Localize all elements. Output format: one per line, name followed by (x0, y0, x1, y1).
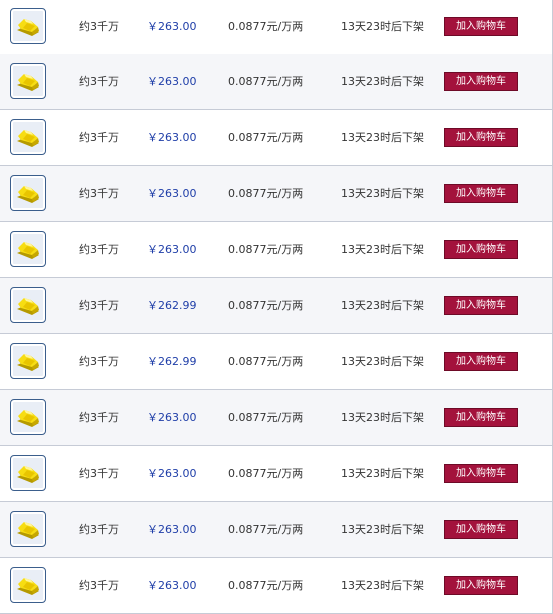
gold-bars-icon[interactable] (10, 175, 46, 211)
rate-label: 0.0877元/万两 (228, 243, 304, 256)
add-to-cart-button[interactable]: 加入购物车 (444, 520, 518, 539)
rate-label: 0.0877元/万两 (228, 411, 304, 424)
quantity-label: 约3千万 (79, 411, 119, 424)
quantity-label: 约3千万 (79, 20, 119, 33)
listing-row: 约3千万 ￥263.00 0.0877元/万两 13天23时后下架 加入购物车 (0, 390, 552, 446)
gold-bars-icon[interactable] (10, 567, 46, 603)
time-left-label: 13天23时后下架 (341, 20, 424, 33)
price-label: ￥263.00 (147, 243, 197, 256)
price-label: ￥263.00 (147, 579, 197, 592)
gold-bars-icon[interactable] (10, 511, 46, 547)
add-to-cart-button[interactable]: 加入购物车 (444, 72, 518, 91)
add-to-cart-button[interactable]: 加入购物车 (444, 184, 518, 203)
quantity-label: 约3千万 (79, 243, 119, 256)
quantity-label: 约3千万 (79, 355, 119, 368)
add-to-cart-button[interactable]: 加入购物车 (444, 17, 518, 36)
time-left-label: 13天23时后下架 (341, 131, 424, 144)
gold-bars-icon[interactable] (10, 231, 46, 267)
add-to-cart-button[interactable]: 加入购物车 (444, 408, 518, 427)
listing-row: 约3千万 ￥262.99 0.0877元/万两 13天23时后下架 加入购物车 (0, 278, 552, 334)
quantity-label: 约3千万 (79, 187, 119, 200)
price-label: ￥263.00 (147, 523, 197, 536)
rate-label: 0.0877元/万两 (228, 579, 304, 592)
gold-bars-icon[interactable] (10, 287, 46, 323)
time-left-label: 13天23时后下架 (341, 467, 424, 480)
price-label: ￥263.00 (147, 131, 197, 144)
rate-label: 0.0877元/万两 (228, 299, 304, 312)
gold-bars-icon[interactable] (10, 119, 46, 155)
gold-bars-icon[interactable] (10, 63, 46, 99)
price-label: ￥262.99 (147, 355, 197, 368)
listing-row: 约3千万 ￥263.00 0.0877元/万两 13天23时后下架 加入购物车 (0, 166, 552, 222)
listing-row: 约3千万 ￥263.00 0.0877元/万两 13天23时后下架 加入购物车 (0, 54, 552, 110)
add-to-cart-button[interactable]: 加入购物车 (444, 128, 518, 147)
time-left-label: 13天23时后下架 (341, 187, 424, 200)
rate-label: 0.0877元/万两 (228, 75, 304, 88)
quantity-label: 约3千万 (79, 467, 119, 480)
rate-label: 0.0877元/万两 (228, 355, 304, 368)
price-label: ￥263.00 (147, 20, 197, 33)
add-to-cart-button[interactable]: 加入购物车 (444, 352, 518, 371)
add-to-cart-button[interactable]: 加入购物车 (444, 576, 518, 595)
rate-label: 0.0877元/万两 (228, 187, 304, 200)
listing-row: 约3千万 ￥263.00 0.0877元/万两 13天23时后下架 加入购物车 (0, 446, 552, 502)
time-left-label: 13天23时后下架 (341, 523, 424, 536)
time-left-label: 13天23时后下架 (341, 243, 424, 256)
listing-row: 约3千万 ￥262.99 0.0877元/万两 13天23时后下架 加入购物车 (0, 334, 552, 390)
listing-row: 约3千万 ￥263.00 0.0877元/万两 13天23时后下架 加入购物车 (0, 558, 552, 614)
quantity-label: 约3千万 (79, 131, 119, 144)
listing-row: 约3千万 ￥263.00 0.0877元/万两 13天23时后下架 加入购物车 (0, 222, 552, 278)
rate-label: 0.0877元/万两 (228, 131, 304, 144)
gold-bars-icon[interactable] (10, 455, 46, 491)
gold-bars-icon[interactable] (10, 399, 46, 435)
price-label: ￥263.00 (147, 187, 197, 200)
quantity-label: 约3千万 (79, 299, 119, 312)
quantity-label: 约3千万 (79, 579, 119, 592)
time-left-label: 13天23时后下架 (341, 411, 424, 424)
rate-label: 0.0877元/万两 (228, 20, 304, 33)
price-label: ￥263.00 (147, 411, 197, 424)
listing-row: 约3千万 ￥263.00 0.0877元/万两 13天23时后下架 加入购物车 (0, 0, 552, 55)
listing-row: 约3千万 ￥263.00 0.0877元/万两 13天23时后下架 加入购物车 (0, 110, 552, 166)
price-label: ￥262.99 (147, 299, 197, 312)
listing-table: 约3千万 ￥263.00 0.0877元/万两 13天23时后下架 加入购物车 … (0, 0, 553, 614)
quantity-label: 约3千万 (79, 523, 119, 536)
add-to-cart-button[interactable]: 加入购物车 (444, 296, 518, 315)
gold-bars-icon[interactable] (10, 343, 46, 379)
add-to-cart-button[interactable]: 加入购物车 (444, 464, 518, 483)
time-left-label: 13天23时后下架 (341, 355, 424, 368)
time-left-label: 13天23时后下架 (341, 579, 424, 592)
price-label: ￥263.00 (147, 467, 197, 480)
listing-row: 约3千万 ￥263.00 0.0877元/万两 13天23时后下架 加入购物车 (0, 502, 552, 558)
add-to-cart-button[interactable]: 加入购物车 (444, 240, 518, 259)
time-left-label: 13天23时后下架 (341, 299, 424, 312)
rate-label: 0.0877元/万两 (228, 523, 304, 536)
price-label: ￥263.00 (147, 75, 197, 88)
time-left-label: 13天23时后下架 (341, 75, 424, 88)
rate-label: 0.0877元/万两 (228, 467, 304, 480)
quantity-label: 约3千万 (79, 75, 119, 88)
gold-bars-icon[interactable] (10, 8, 46, 44)
